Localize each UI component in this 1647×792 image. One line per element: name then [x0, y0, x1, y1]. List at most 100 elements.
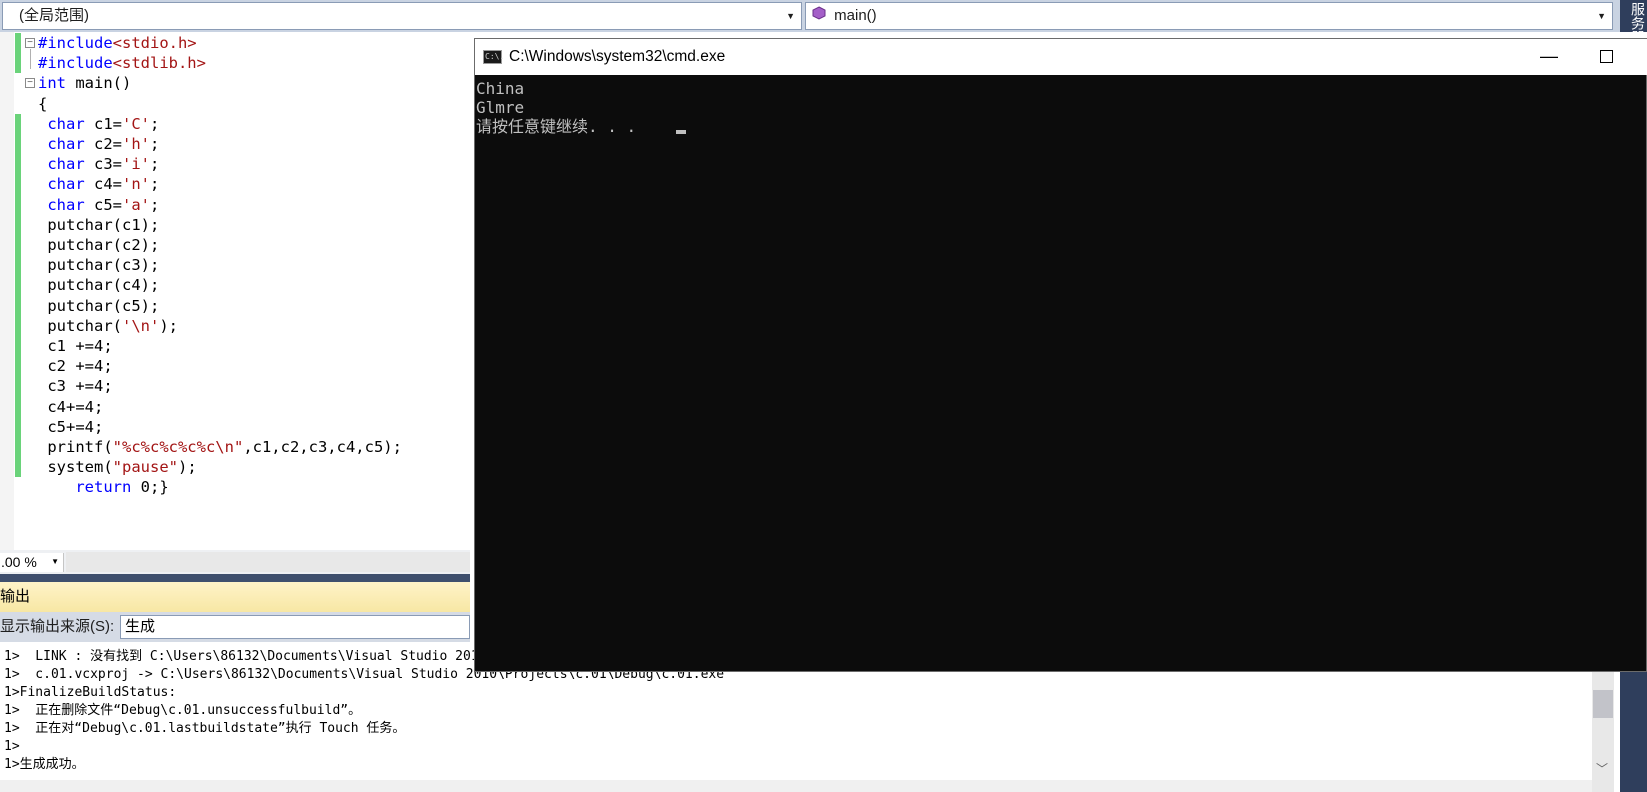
code-token: 'C' [122, 114, 150, 133]
code-line: putchar(c1); [38, 215, 159, 236]
code-line: putchar(c5); [38, 296, 159, 317]
console-icon: C:\. [483, 50, 504, 64]
code-line: char c2='h'; [38, 134, 159, 155]
code-token: 0;} [131, 478, 169, 497]
code-line: return 0;} [38, 477, 169, 498]
console-cursor [676, 130, 686, 134]
code-token: ; [150, 195, 160, 214]
code-line: c1 +=4; [38, 336, 112, 357]
method-icon [812, 3, 830, 29]
output-toolbar: 显示输出来源(S): 生成 [0, 612, 470, 642]
code-token: c4+=4; [38, 397, 104, 416]
change-bar [15, 113, 21, 478]
console-title: C:\Windows\system32\cmd.exe [509, 48, 726, 65]
code-token: 'h' [122, 135, 150, 153]
code-line: int main() [38, 73, 131, 94]
code-token: c1= [84, 114, 122, 133]
code-token: c2= [84, 135, 122, 153]
code-token: ); [159, 316, 178, 335]
output-line: 1> 正在对“Debug\c.01.lastbuildstate”执行 Touc… [4, 721, 406, 736]
output-source-value: 生成 [125, 618, 156, 635]
code-token: char [38, 135, 85, 153]
editor-horizontal-scrollbar[interactable] [66, 552, 470, 572]
code-line: char c3='i'; [38, 154, 159, 175]
code-token: c3= [84, 155, 122, 174]
chevron-down-icon: ▼ [786, 11, 795, 21]
change-bar [15, 33, 21, 74]
code-token: main() [66, 74, 132, 93]
code-line: char c1='C'; [38, 114, 159, 135]
console-title-bar[interactable]: C:\. C:\Windows\system32\cmd.exe — [475, 39, 1647, 75]
output-line: 1>生成成功。 [4, 757, 85, 772]
outline-collapse-icon[interactable]: − [25, 38, 35, 48]
function-dropdown[interactable]: main() ▼ [805, 2, 1613, 30]
code-token: putchar(c5); [38, 296, 160, 315]
code-line: #include<stdlib.h> [38, 53, 206, 74]
code-line: putchar(c2); [38, 235, 159, 256]
chevron-down-icon: ▼ [51, 557, 59, 566]
code-token: ,c1,c2,c3,c4,c5); [243, 438, 402, 456]
code-line: c5+=4; [38, 417, 103, 438]
code-token: #include [38, 54, 113, 73]
outline-guide [30, 49, 31, 70]
code-token: return [38, 478, 132, 497]
code-token: 'n' [122, 175, 150, 194]
output-line: 1> 正在删除文件“Debug\c.01.unsuccessfulbuild”。 [4, 703, 362, 718]
code-token: ); [177, 458, 197, 477]
code-line: c4+=4; [38, 397, 103, 418]
code-token: putchar(c1); [38, 215, 160, 234]
code-token: putchar(c2); [38, 236, 160, 254]
code-token: putchar( [38, 316, 122, 335]
code-line: putchar('\n'); [38, 316, 178, 337]
code-token: char [38, 195, 85, 214]
function-value: main() [834, 7, 877, 24]
code-token: 'i' [122, 155, 150, 174]
code-token: "%c%c%c%c%c\n" [112, 438, 244, 456]
output-source-label: 显示输出来源(S): [0, 618, 115, 635]
code-token: printf( [38, 438, 113, 456]
code-line: char c4='n'; [38, 174, 159, 195]
zoom-dropdown[interactable]: .00 % ▼ [0, 553, 64, 572]
code-token: 'a' [122, 195, 150, 214]
scope-dropdown[interactable]: (全局范围) ▼ [2, 2, 802, 30]
editor-margin [0, 32, 14, 550]
console-line: Glmre [476, 98, 525, 117]
code-line: #include<stdio.h> [38, 33, 197, 54]
code-token: char [38, 114, 85, 133]
console-line: 请按任意键继续. . . [476, 117, 637, 136]
code-token: ; [150, 135, 160, 153]
code-token: '\n' [122, 316, 160, 335]
code-line: c3 +=4; [38, 376, 113, 397]
code-line: { [38, 94, 47, 115]
console-window[interactable]: C:\. C:\Windows\system32\cmd.exe — China… [474, 38, 1647, 672]
code-line: char c5='a'; [38, 195, 159, 216]
code-line: printf("%c%c%c%c%c\n",c1,c2,c3,c4,c5); [38, 437, 402, 458]
code-token: int [38, 74, 66, 93]
code-line: system("pause"); [38, 457, 197, 478]
code-token: c2 +=4; [38, 357, 113, 376]
code-token: c3 +=4; [38, 377, 113, 396]
code-token: <stdlib.h> [112, 54, 206, 73]
chevron-down-icon[interactable]: ﹀ [1596, 760, 1608, 777]
code-token: putchar(c3); [38, 256, 160, 275]
code-token: #include [38, 34, 113, 52]
code-line: putchar(c4); [38, 275, 159, 296]
code-line: putchar(c3); [38, 255, 159, 276]
outline-collapse-icon[interactable]: − [25, 78, 35, 89]
scope-value: (全局范围) [19, 7, 89, 24]
zoom-value: .00 % [1, 554, 37, 570]
code-token: <stdio.h> [112, 34, 197, 52]
panel-splitter[interactable] [0, 574, 470, 582]
scrollbar-thumb[interactable] [1593, 690, 1613, 718]
output-horizontal-scrollbar[interactable] [0, 780, 1592, 792]
code-token: system( [38, 458, 113, 477]
code-token: c4= [84, 175, 122, 194]
code-token: ; [150, 114, 160, 133]
minimize-icon[interactable]: — [1537, 39, 1561, 73]
code-token: ; [150, 175, 160, 194]
maximize-icon[interactable] [1600, 50, 1613, 63]
code-token: "pause" [112, 458, 178, 477]
output-source-dropdown[interactable]: 生成 [120, 615, 470, 639]
output-line: 1> [4, 739, 20, 754]
console-line: China [476, 79, 525, 98]
